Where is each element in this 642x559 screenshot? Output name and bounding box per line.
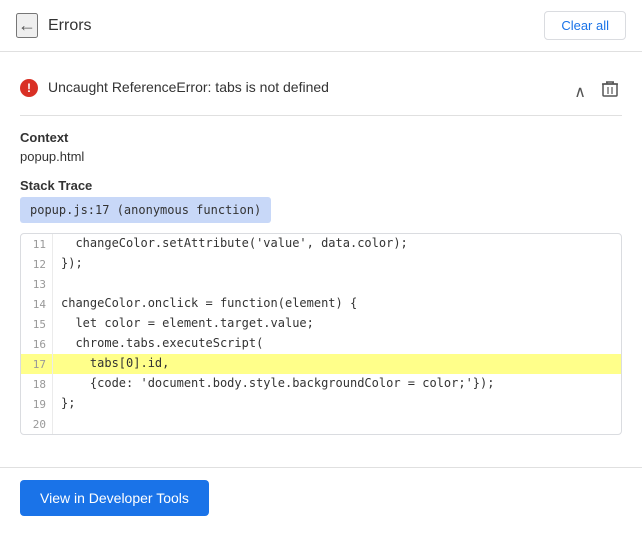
code-line: 15 let color = element.target.value;: [21, 314, 621, 334]
code-block[interactable]: 11 changeColor.setAttribute('value', dat…: [20, 233, 622, 435]
line-code: };: [53, 394, 621, 414]
code-line: 17 tabs[0].id,: [21, 354, 621, 374]
line-code: chrome.tabs.executeScript(: [53, 334, 621, 354]
code-line: 13: [21, 274, 621, 294]
line-number: 19: [21, 394, 53, 414]
code-block-wrapper: 11 changeColor.setAttribute('value', dat…: [20, 233, 622, 435]
page-title: Errors: [48, 17, 92, 35]
code-line: 11 changeColor.setAttribute('value', dat…: [21, 234, 621, 254]
code-line: 19};: [21, 394, 621, 414]
line-code: changeColor.setAttribute('value', data.c…: [53, 234, 621, 254]
context-label: Context: [20, 130, 622, 145]
delete-button[interactable]: [598, 78, 622, 105]
code-line: 14changeColor.onclick = function(element…: [21, 294, 621, 314]
content-area: ! Uncaught ReferenceError: tabs is not d…: [0, 52, 642, 467]
chevron-up-icon: [574, 82, 586, 102]
line-number: 11: [21, 234, 53, 254]
stack-trace-highlight: popup.js:17 (anonymous function): [20, 197, 271, 223]
line-code: [53, 414, 621, 434]
line-number: 17: [21, 354, 53, 374]
code-line: 20: [21, 414, 621, 434]
line-number: 12: [21, 254, 53, 274]
line-code: let color = element.target.value;: [53, 314, 621, 334]
header-left: ← Errors: [16, 13, 92, 38]
line-number: 20: [21, 414, 53, 434]
context-value: popup.html: [20, 149, 622, 164]
header: ← Errors Clear all: [0, 0, 642, 52]
code-line: 12});: [21, 254, 621, 274]
error-message: Uncaught ReferenceError: tabs is not def…: [48, 78, 329, 98]
line-code: [53, 274, 621, 294]
line-number: 14: [21, 294, 53, 314]
line-code: changeColor.onclick = function(element) …: [53, 294, 621, 314]
clear-all-button[interactable]: Clear all: [544, 11, 626, 40]
line-code: });: [53, 254, 621, 274]
trash-icon: [602, 80, 618, 103]
error-left: ! Uncaught ReferenceError: tabs is not d…: [20, 78, 570, 98]
back-button[interactable]: ←: [16, 13, 38, 38]
stack-trace-label: Stack Trace: [20, 178, 622, 193]
view-devtools-button[interactable]: View in Developer Tools: [20, 480, 209, 516]
line-number: 13: [21, 274, 53, 294]
line-code: tabs[0].id,: [53, 354, 621, 374]
code-line: 16 chrome.tabs.executeScript(: [21, 334, 621, 354]
footer: View in Developer Tools: [0, 467, 642, 528]
line-number: 15: [21, 314, 53, 334]
line-code: {code: 'document.body.style.backgroundCo…: [53, 374, 621, 394]
line-number: 18: [21, 374, 53, 394]
error-item: ! Uncaught ReferenceError: tabs is not d…: [20, 68, 622, 116]
line-number: 16: [21, 334, 53, 354]
error-actions: [570, 78, 622, 105]
code-line: 18 {code: 'document.body.style.backgroun…: [21, 374, 621, 394]
error-icon: !: [20, 79, 38, 97]
expand-button[interactable]: [570, 80, 590, 104]
